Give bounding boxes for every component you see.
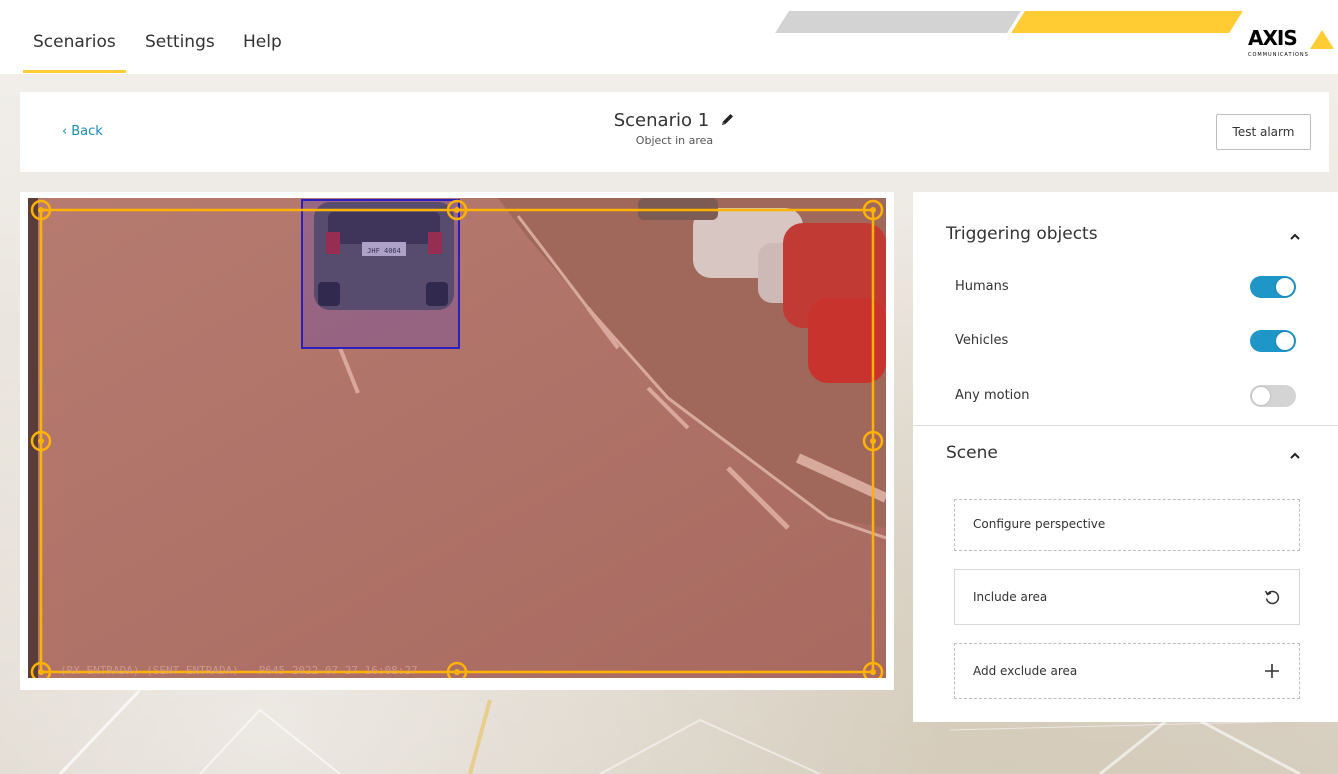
any-motion-toggle[interactable] [1250, 385, 1296, 407]
detection-bounding-box [301, 199, 460, 349]
axis-logo: AXIS COMMUNICATIONS [1248, 26, 1334, 62]
add-exclude-area-label: Add exclude area [973, 664, 1078, 678]
toggle-knob [1276, 278, 1294, 296]
tab-scenarios[interactable]: Scenarios [23, 32, 126, 73]
scene-heading: Scene [946, 443, 998, 463]
toggle-knob [1276, 332, 1294, 350]
top-navigation: Scenarios Settings Help AXIS COMMUNICATI… [0, 0, 1338, 74]
triggering-objects-heading: Triggering objects [946, 224, 1098, 244]
configure-perspective-label: Configure perspective [973, 517, 1106, 531]
settings-panel: Triggering objects Humans Vehicles Any m… [913, 192, 1338, 722]
reset-icon[interactable] [1263, 588, 1281, 606]
parked-car-red-2 [808, 298, 886, 383]
section-divider [913, 425, 1338, 426]
title-block: Scenario 1 Object in area [20, 110, 1329, 147]
video-card: JHF 4064 (RX ENTRADA) (SENT ENTRADA) - P… [20, 192, 894, 690]
include-area-item[interactable]: Include area [954, 569, 1300, 625]
tab-help[interactable]: Help [243, 32, 282, 52]
add-exclude-area-button[interactable]: Add exclude area [954, 643, 1300, 699]
edit-pencil-icon[interactable] [720, 112, 735, 131]
video-timestamp-overlay: (RX ENTRADA) (SENT ENTRADA) - P645 2022-… [60, 664, 418, 677]
vehicles-toggle[interactable] [1250, 330, 1296, 352]
any-motion-label: Any motion [955, 388, 1030, 403]
decorative-grey-stripe [775, 11, 1021, 33]
plus-icon [1265, 664, 1279, 678]
logo-triangle-icon [1310, 30, 1334, 49]
test-alarm-button[interactable]: Test alarm [1216, 114, 1311, 150]
humans-label: Humans [955, 279, 1009, 294]
collapse-scene-icon[interactable] [1288, 450, 1302, 460]
humans-toggle[interactable] [1250, 276, 1296, 298]
logo-text: AXIS [1248, 26, 1298, 50]
scenario-type: Object in area [635, 134, 714, 147]
camera-view[interactable]: JHF 4064 (RX ENTRADA) (SENT ENTRADA) - P… [28, 198, 886, 678]
scenario-title: Scenario 1 [613, 110, 710, 131]
scenario-header: ‹ Back Scenario 1 Object in area Test ala… [20, 92, 1329, 172]
include-area-label: Include area [973, 590, 1048, 604]
toggle-knob [1252, 387, 1270, 405]
vehicles-label: Vehicles [955, 333, 1009, 348]
logo-subtext: COMMUNICATIONS [1248, 52, 1309, 58]
tab-settings[interactable]: Settings [145, 32, 215, 52]
configure-perspective-button[interactable]: Configure perspective [954, 499, 1300, 551]
decorative-yellow-stripe [1011, 11, 1243, 33]
collapse-triggering-icon[interactable] [1288, 231, 1302, 241]
